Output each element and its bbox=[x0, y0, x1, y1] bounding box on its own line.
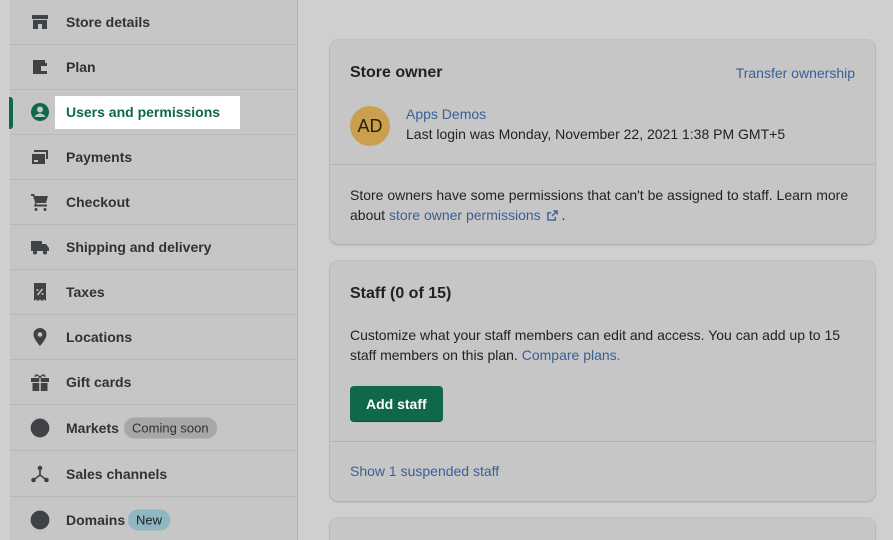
permissions-suffix: . bbox=[561, 207, 566, 223]
sidebar-item-label: Shipping and delivery bbox=[66, 239, 212, 255]
channels-icon bbox=[30, 464, 50, 484]
staff-description-text: Customize what your staff members can ed… bbox=[350, 325, 855, 365]
card-divider bbox=[330, 164, 875, 165]
sidebar-item-label: Users and permissions bbox=[66, 104, 221, 120]
owner-permissions-text: Store owners have some permissions that … bbox=[350, 185, 855, 225]
new-badge: New bbox=[128, 509, 171, 531]
sidebar-item-domains[interactable]: Domains New bbox=[10, 497, 298, 540]
sidebar-item-sales-channels[interactable]: Sales channels bbox=[10, 451, 298, 497]
sidebar-item-label: Payments bbox=[66, 149, 133, 165]
sidebar-item-label: Gift cards bbox=[66, 374, 132, 390]
settings-sidebar: Store details Plan Users and permissions… bbox=[9, 0, 298, 540]
owner-name-link[interactable]: Apps Demos bbox=[406, 106, 486, 122]
sidebar-item-taxes[interactable]: Taxes bbox=[10, 270, 298, 315]
sidebar-item-plan[interactable]: Plan bbox=[10, 45, 298, 90]
sidebar-item-store-details[interactable]: Store details bbox=[10, 0, 298, 45]
compare-plans-link[interactable]: Compare plans. bbox=[522, 347, 621, 363]
staff-title: Staff (0 of 15) bbox=[350, 285, 452, 302]
sidebar-item-checkout[interactable]: Checkout bbox=[10, 180, 298, 225]
sidebar-item-label: Plan bbox=[66, 59, 96, 75]
globe-icon bbox=[30, 418, 50, 438]
sidebar-item-label: Locations bbox=[66, 329, 133, 345]
sidebar-item-label: Taxes bbox=[66, 284, 105, 300]
external-link-icon bbox=[546, 210, 558, 221]
store-owner-title: Store owner bbox=[350, 64, 443, 81]
show-suspended-staff-link[interactable]: Show 1 suspended staff bbox=[350, 463, 499, 479]
wallet-icon bbox=[30, 57, 50, 77]
staff-card: Staff (0 of 15) Customize what your staf… bbox=[330, 261, 875, 501]
store-icon bbox=[30, 12, 50, 32]
gift-icon bbox=[30, 372, 50, 392]
permissions-link-label: store owner permissions bbox=[388, 207, 541, 223]
avatar: AD bbox=[350, 106, 390, 146]
location-pin-icon bbox=[30, 327, 50, 347]
sidebar-item-label: Sales channels bbox=[66, 465, 168, 482]
active-indicator bbox=[9, 97, 13, 129]
sidebar-item-label: Store details bbox=[66, 14, 151, 30]
sidebar-item-label: Checkout bbox=[66, 194, 130, 210]
last-login-text: Last login was Monday, November 22, 2021… bbox=[406, 126, 786, 142]
truck-icon bbox=[30, 237, 50, 257]
sidebar-item-label: Domains bbox=[66, 512, 126, 528]
cart-icon bbox=[30, 192, 50, 212]
add-staff-button[interactable]: Add staff bbox=[350, 386, 443, 422]
sidebar-item-shipping-and-delivery[interactable]: Shipping and delivery bbox=[10, 225, 298, 270]
sidebar-item-locations[interactable]: Locations bbox=[10, 315, 298, 360]
next-card-partial bbox=[330, 518, 875, 540]
sidebar-item-users-and-permissions[interactable]: Users and permissions bbox=[9, 90, 298, 135]
sidebar-item-label: Markets bbox=[66, 419, 119, 436]
transfer-ownership-link[interactable]: Transfer ownership bbox=[736, 65, 855, 81]
coming-soon-badge: Coming soon bbox=[124, 417, 217, 438]
card-divider bbox=[330, 441, 875, 442]
store-owner-card: Store owner Transfer ownership AD Apps D… bbox=[330, 40, 875, 244]
sidebar-item-payments[interactable]: Payments bbox=[10, 135, 298, 180]
receipt-icon bbox=[30, 282, 50, 302]
sidebar-item-gift-cards[interactable]: Gift cards bbox=[10, 360, 298, 405]
globe-icon bbox=[30, 510, 50, 530]
sidebar-item-markets[interactable]: Markets Coming soon bbox=[10, 405, 298, 451]
payment-card-icon bbox=[30, 147, 50, 167]
store-owner-permissions-link[interactable]: store owner permissions bbox=[389, 207, 562, 223]
user-circle-icon bbox=[30, 102, 50, 122]
